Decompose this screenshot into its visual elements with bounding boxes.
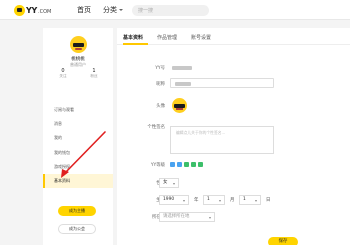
yy-logo[interactable]: YY .COM — [14, 4, 51, 16]
become-guild-button[interactable]: 成为公会 — [58, 224, 96, 234]
search-input[interactable]: 搜一搜 — [132, 5, 209, 16]
chevron-down-icon — [183, 199, 185, 202]
avatar — [70, 36, 87, 53]
sidebar-item-subscriptions[interactable]: 订阅与观看 — [43, 103, 113, 117]
signature-label: 个性签名 — [147, 125, 165, 130]
tab-account-settings[interactable]: 账号设置 — [191, 34, 211, 41]
location-placeholder: 请选择所在地 — [163, 214, 190, 219]
nav-category-label: 分类 — [103, 6, 117, 14]
nickname-value — [175, 81, 191, 86]
logo-text: YY — [26, 5, 37, 15]
tab-bar: 基本资料 作品管理 账号设置 — [117, 28, 350, 45]
tab-works[interactable]: 作品管理 — [157, 34, 177, 41]
profile-main-panel: 基本资料 作品管理 账号设置 YY号 昵称 头像 个性签名 编辑点儿关于你的个性… — [117, 28, 350, 245]
logo-suffix: .COM — [38, 8, 52, 15]
year-unit: 年 — [194, 198, 199, 203]
search-placeholder: 搜一搜 — [138, 8, 154, 14]
become-streamer-button[interactable]: 成为主播 — [58, 206, 96, 216]
yy-level-label: YY等级 — [150, 163, 165, 168]
sidebar-item-messages[interactable]: 消息 — [43, 117, 113, 131]
sidebar-menu: 订阅与观看 消息 我的 我的钱包 游戏授权 基本资料 — [43, 103, 113, 189]
avatar[interactable] — [172, 98, 187, 113]
chevron-down-icon — [255, 199, 257, 202]
page: YY .COM 首页 分类 搜一搜 桃桃桃 普通用户 0 关注 1 粉丝 订阅与… — [0, 0, 350, 245]
yy-level-badges — [170, 162, 203, 167]
birth-year-value: 1990 — [163, 197, 175, 202]
month-unit: 月 — [230, 198, 235, 203]
level-badge-icon — [191, 162, 196, 167]
tab-basic-info[interactable]: 基本资料 — [123, 34, 143, 41]
stat-fans-label: 粉丝 — [90, 74, 98, 78]
chevron-down-icon — [219, 199, 221, 202]
profile-sidebar: 桃桃桃 普通用户 0 关注 1 粉丝 订阅与观看 消息 我的 我的钱包 游戏授权… — [43, 28, 113, 245]
birth-month-select[interactable]: 1 — [203, 195, 225, 205]
sidebar-item-mine[interactable]: 我的 — [43, 131, 113, 145]
birth-day-value: 1 — [243, 197, 246, 202]
birth-month-value: 1 — [207, 197, 210, 202]
yy-logo-icon — [14, 4, 25, 16]
level-badge-icon — [198, 162, 203, 167]
nav-home[interactable]: 首页 — [77, 5, 91, 15]
nickname-field[interactable] — [170, 78, 274, 88]
level-badge-icon — [177, 162, 182, 167]
birth-year-select[interactable]: 1990 — [159, 195, 189, 205]
yy-number-label: YY号 — [155, 66, 165, 71]
gender-value: 女 — [163, 180, 168, 185]
level-badge-icon — [184, 162, 189, 167]
nav-category[interactable]: 分类 — [103, 5, 123, 15]
birth-day-select[interactable]: 1 — [239, 195, 261, 205]
chevron-down-icon — [173, 182, 175, 185]
chevron-down-icon — [209, 216, 211, 219]
top-bar: YY .COM 首页 分类 搜一搜 — [0, 0, 350, 20]
signature-placeholder: 编辑点儿关于你的个性签名... — [176, 130, 226, 135]
day-unit: 日 — [266, 198, 271, 203]
level-badge-icon — [170, 162, 175, 167]
nickname-label: 昵称 — [156, 82, 165, 87]
sidebar-item-wallet[interactable]: 我的钱包 — [43, 146, 113, 160]
stat-follow-label: 关注 — [59, 74, 67, 78]
save-button[interactable]: 保存 — [268, 237, 298, 245]
location-select[interactable]: 请选择所在地 — [159, 212, 215, 222]
gender-select[interactable]: 女 — [159, 178, 179, 188]
chevron-down-icon — [119, 9, 123, 11]
avatar-label: 头像 — [156, 104, 165, 109]
sidebar-item-game-auth[interactable]: 游戏授权 — [43, 160, 113, 174]
sidebar-item-basic-info[interactable]: 基本资料 — [43, 173, 113, 189]
tab-active-indicator — [123, 43, 148, 45]
user-type: 普通用户 — [70, 62, 86, 67]
yy-number-value — [172, 66, 192, 70]
signature-textarea[interactable]: 编辑点儿关于你的个性签名... — [170, 126, 274, 154]
